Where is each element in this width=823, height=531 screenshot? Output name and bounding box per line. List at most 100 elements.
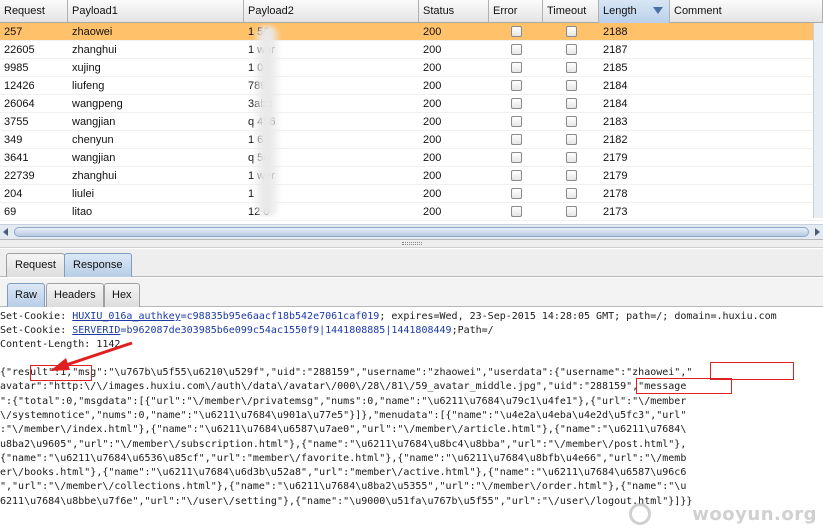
tab-raw[interactable]: Raw [7, 283, 46, 307]
error-checkbox[interactable] [510, 98, 522, 109]
cookie-key: SERVERID [72, 325, 121, 336]
error-checkbox[interactable] [510, 80, 522, 91]
error-cell [489, 131, 543, 148]
timeout-cell [543, 203, 599, 220]
column-header-status[interactable]: Status [419, 0, 489, 23]
timeout-checkbox[interactable] [565, 206, 577, 217]
payload1-cell: zhanghui [72, 170, 117, 182]
length-cell: 2184 [603, 80, 628, 92]
scroll-left-icon[interactable] [3, 228, 8, 236]
raw-response-view[interactable]: Set-Cookie: HUXIU_016a_authkey=c98835b95… [0, 308, 823, 531]
timeout-checkbox[interactable] [565, 188, 577, 199]
column-header-error[interactable]: Error [489, 0, 543, 23]
table-header: Request Payload1 Payload2 Status Error Timeou… [0, 0, 823, 23]
table-row[interactable]: 349chenyun1 62002182 [0, 131, 823, 149]
column-header-label: Status [423, 5, 455, 17]
timeout-checkbox[interactable] [565, 116, 577, 127]
payload1-cell: zhanghui [72, 44, 117, 56]
error-checkbox[interactable] [510, 170, 522, 181]
column-header-request[interactable]: Request [0, 0, 68, 23]
response-body-line: ","url":"\/member\/collections.html"},{"… [0, 481, 687, 493]
table-row[interactable]: 204 liulei 1 200 2178 [0, 185, 823, 203]
response-body-line: {"name":"\u6211\u7684\u6536\u85cf","url"… [0, 452, 687, 464]
error-checkbox[interactable] [510, 188, 522, 199]
timeout-checkbox[interactable] [565, 44, 577, 55]
length-cell: 2182 [603, 134, 628, 146]
status-cell: 200 [423, 188, 442, 200]
column-header-length[interactable]: Length [599, 0, 670, 23]
comment-cell [670, 149, 823, 166]
error-checkbox[interactable] [510, 26, 522, 37]
error-checkbox[interactable] [510, 152, 522, 163]
error-checkbox[interactable] [510, 134, 522, 145]
tab-headers[interactable]: Headers [46, 283, 104, 307]
set-cookie-line-2: Set-Cookie: SERVERID=b962087de303985b6e0… [0, 324, 494, 338]
comment-cell [670, 113, 823, 130]
table-row[interactable]: 26064wangpeng 3abc2002184 [0, 95, 823, 113]
timeout-checkbox[interactable] [565, 98, 577, 109]
timeout-checkbox[interactable] [565, 152, 577, 163]
tab-request[interactable]: Request [6, 253, 65, 277]
table-row[interactable]: 12426liufeng 7892002184 [0, 77, 823, 95]
comment-cell [670, 167, 823, 184]
column-header-label: Length [603, 5, 637, 17]
timeout-checkbox[interactable] [565, 134, 577, 145]
timeout-checkbox[interactable] [565, 26, 577, 37]
vertical-scrollbar[interactable] [813, 23, 823, 218]
response-body-line: \/systemnotice","nums":0,"name":"\u6211\… [0, 409, 687, 421]
column-header-label: Request [4, 5, 45, 17]
timeout-cell [543, 59, 599, 76]
column-header-timeout[interactable]: Timeout [543, 0, 599, 23]
tab-response[interactable]: Response [64, 253, 132, 277]
cookie-attributes: ;Path=/ [451, 325, 494, 336]
comment-cell [670, 59, 823, 76]
request-cell: 349 [4, 134, 23, 146]
error-checkbox[interactable] [510, 44, 522, 55]
length-cell: 2185 [603, 62, 628, 74]
message-tabs: Request Response [0, 249, 823, 277]
error-checkbox[interactable] [510, 116, 522, 127]
payload1-cell: xujing [72, 62, 101, 74]
sort-descending-icon[interactable] [653, 7, 663, 14]
error-cell [489, 95, 543, 112]
timeout-checkbox[interactable] [565, 62, 577, 73]
horizontal-scrollbar[interactable] [0, 224, 823, 239]
payload1-cell: litao [72, 206, 93, 218]
request-cell: 3641 [4, 152, 29, 164]
table-row[interactable]: 3641wangjianq 562002179 [0, 149, 823, 167]
table-row[interactable]: 22605zhanghui1 wer2002187 [0, 41, 823, 59]
response-body-line: {"result":1,"msg":"\u767b\u5f55\u6210\u5… [0, 367, 693, 378]
status-cell: 200 [423, 134, 442, 146]
scroll-right-icon[interactable] [815, 228, 820, 236]
table-row[interactable]: 3755wangjianq 4562002183 [0, 113, 823, 131]
splitter-grip-icon[interactable] [402, 242, 422, 245]
error-cell [489, 77, 543, 94]
timeout-cell [543, 41, 599, 58]
length-cell: 2179 [603, 152, 628, 164]
error-checkbox[interactable] [510, 62, 522, 73]
timeout-cell [543, 77, 599, 94]
error-checkbox[interactable] [510, 206, 522, 217]
table-row[interactable]: 69litao12 62002173 [0, 203, 823, 221]
column-header-payload2[interactable]: Payload2 [244, 0, 419, 23]
comment-cell [670, 23, 823, 40]
wooyun-logo-icon [629, 503, 651, 525]
column-header-payload1[interactable]: Payload1 [68, 0, 244, 23]
table-row[interactable]: 22739zhanghui1 wer2002179 [0, 167, 823, 185]
timeout-checkbox[interactable] [565, 170, 577, 181]
timeout-cell [543, 23, 599, 40]
column-header-label: Payload1 [72, 5, 118, 17]
length-cell: 2178 [603, 188, 628, 200]
status-cell: 200 [423, 170, 442, 182]
comment-cell [670, 77, 823, 94]
table-row[interactable]: 9985xujing1 02002185 [0, 59, 823, 77]
pane-splitter[interactable] [0, 240, 823, 248]
timeout-cell [543, 131, 599, 148]
response-body-line: 6211\u7684\u8bbe\u7f6e","url":"\/user\/s… [0, 495, 693, 507]
timeout-checkbox[interactable] [565, 80, 577, 91]
column-header-comment[interactable]: Comment [670, 0, 823, 23]
table-row[interactable]: 257zhaowei1 562002188 [0, 23, 823, 41]
tab-hex[interactable]: Hex [104, 283, 140, 307]
request-cell: 3755 [4, 116, 29, 128]
scroll-thumb[interactable] [14, 227, 809, 237]
